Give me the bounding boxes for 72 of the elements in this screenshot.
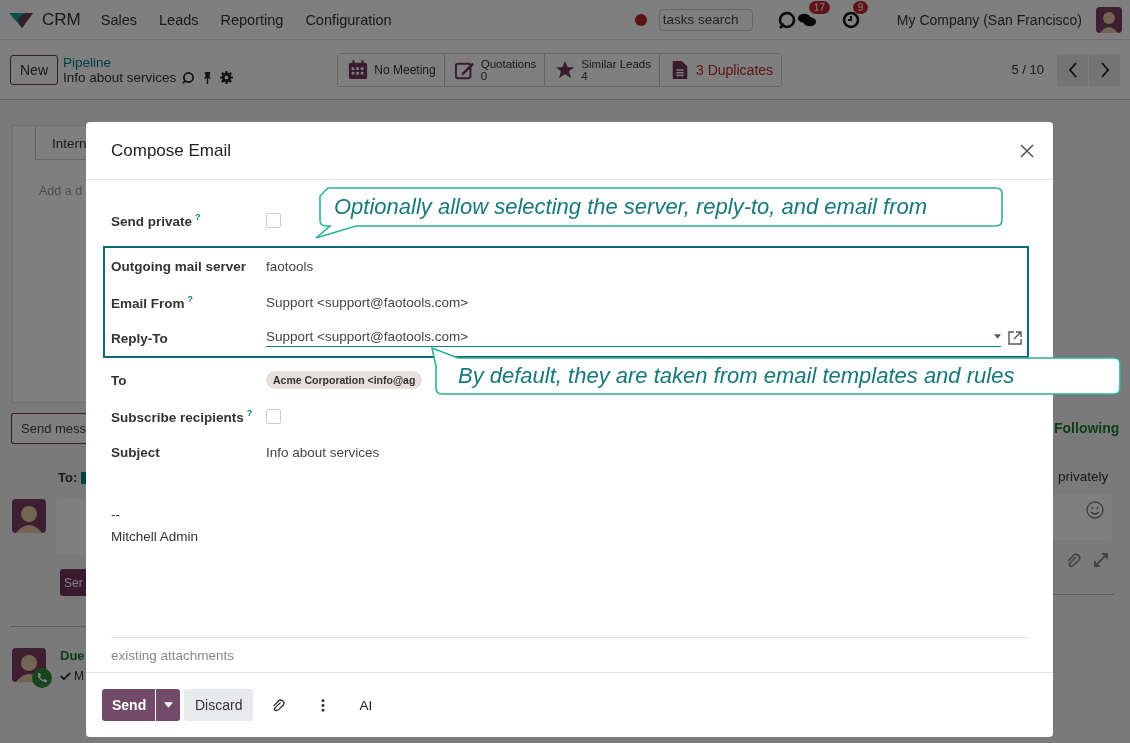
ai-button[interactable]: AI (353, 696, 379, 714)
caret-icon (994, 334, 1001, 339)
avatar-icon[interactable] (1096, 6, 1122, 33)
calendar-icon (348, 59, 369, 80)
new-button[interactable]: New (10, 54, 58, 85)
signature-line: Mitchell Admin (111, 528, 200, 546)
previous-button[interactable] (1057, 53, 1088, 86)
swirl-icon[interactable] (182, 70, 196, 84)
activity-text: M (74, 669, 84, 683)
chevron-right-icon (1099, 61, 1110, 78)
next-button[interactable] (1089, 53, 1120, 86)
smart-button[interactable]: No Meeting (338, 53, 445, 86)
log-privately-text: privately (1058, 469, 1110, 484)
settings-icon[interactable] (220, 70, 234, 84)
star-icon (555, 59, 576, 80)
following-button[interactable]: Following (1053, 420, 1130, 436)
external-link-icon[interactable] (1007, 330, 1023, 346)
field-label: To (111, 372, 127, 388)
attachments-label: existing attachments (111, 637, 1029, 672)
send-message-button[interactable]: Send mess (11, 413, 86, 444)
send-button[interactable]: Send (102, 689, 155, 721)
dropdown-button[interactable] (155, 689, 180, 721)
menu-item[interactable]: Reporting (220, 11, 284, 28)
chevron-left-icon (1067, 61, 1078, 78)
kebab-menu-icon[interactable] (321, 698, 326, 712)
clock-icon[interactable] (840, 9, 861, 30)
count-badge: 17 (808, 0, 830, 14)
phone-icon (32, 668, 52, 688)
field-value[interactable]: Support <support@faotools.com> (266, 294, 469, 310)
activity-title[interactable]: Due (60, 648, 85, 663)
swirl-icon[interactable] (776, 9, 797, 30)
help-tooltip[interactable]: ? (246, 407, 253, 418)
field-value[interactable]: Info about services (266, 444, 380, 460)
menu-item[interactable]: Sales (100, 11, 137, 28)
message-box[interactable] (1053, 494, 1112, 540)
recipient-tag[interactable]: Acme Corporation <info@ag (266, 371, 423, 389)
count-badge: 9 (852, 0, 869, 14)
field-label: Outgoing mail server (111, 258, 247, 274)
paperclip-icon[interactable] (1065, 552, 1081, 568)
field-label: Email From (111, 295, 185, 311)
send-button[interactable]: Ser (60, 569, 86, 596)
expand-icon[interactable] (1093, 552, 1109, 568)
record-dot-icon (634, 13, 647, 26)
checkbox[interactable] (81, 471, 86, 484)
menu-item[interactable]: Leads (159, 11, 199, 28)
document-icon (670, 59, 690, 80)
help-tooltip[interactable]: ? (187, 293, 194, 304)
company-name[interactable]: My Company (San Francisco) (896, 11, 1082, 28)
callout: By default, they are taken from email templates and rules (428, 346, 1122, 396)
field-label: Send private (111, 213, 193, 229)
field-label: Reply-To (111, 330, 168, 346)
field-label: Subscribe recipients (111, 409, 244, 425)
field-value[interactable]: faotools (266, 258, 314, 274)
check-icon (60, 671, 71, 681)
breadcrumb-link[interactable]: Pipeline (63, 54, 234, 70)
help-tooltip[interactable]: ? (195, 211, 201, 222)
paperclip-icon[interactable] (271, 698, 286, 712)
menu-item[interactable]: Configuration (305, 11, 392, 28)
close-icon (1019, 142, 1035, 159)
app-name[interactable]: CRM (42, 9, 81, 30)
signature-line: -- (111, 506, 121, 524)
record-title: Info about services (63, 69, 177, 85)
caret-icon (163, 702, 173, 708)
to-label: To: (58, 470, 78, 485)
select-field[interactable]: Support <support@faotools.com> (266, 329, 1001, 347)
field-label: Subject (111, 444, 160, 460)
search-field[interactable]: tasks search (658, 8, 753, 31)
discard-button[interactable]: Discard (184, 689, 254, 721)
dialog-title: Compose Email (111, 140, 231, 161)
pager-value: 5 / 10 (1011, 62, 1044, 77)
smiley-icon[interactable] (1086, 501, 1104, 519)
avatar-icon (12, 499, 46, 533)
